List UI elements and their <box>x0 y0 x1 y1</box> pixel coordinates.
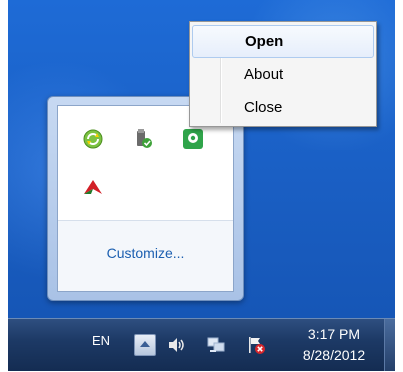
red-arrow-app-icon[interactable] <box>82 176 104 198</box>
show-desktop-button[interactable] <box>384 319 395 371</box>
green-location-icon[interactable] <box>182 128 204 150</box>
notification-overflow-panel: Customize... <box>57 105 234 292</box>
clock-date: 8/28/2012 <box>302 347 366 363</box>
taskbar-clock[interactable]: 3:17 PM 8/28/2012 <box>284 324 384 366</box>
speaker-icon[interactable] <box>166 335 186 355</box>
show-hidden-icons-button[interactable] <box>134 334 156 356</box>
action-center-flag-icon[interactable] <box>246 335 266 355</box>
screenshot-frame: Customize... Open About Close EN 3:17 PM… <box>0 0 403 372</box>
usb-drive-icon[interactable] <box>132 128 154 150</box>
taskbar: EN 3:17 PM 8/28/2012 <box>8 318 395 371</box>
menu-item-open[interactable]: Open <box>192 25 374 58</box>
customize-link[interactable]: Customize... <box>58 245 233 261</box>
network-icon[interactable] <box>206 335 226 355</box>
menu-item-about[interactable]: About <box>192 58 374 91</box>
customize-section: Customize... <box>58 220 233 291</box>
chevron-up-icon <box>140 341 150 347</box>
clock-time: 3:17 PM <box>307 326 361 342</box>
tray-context-menu: Open About Close <box>189 21 377 127</box>
menu-item-close[interactable]: Close <box>192 91 374 124</box>
language-indicator[interactable]: EN <box>92 333 110 348</box>
green-refresh-icon[interactable] <box>82 128 104 150</box>
